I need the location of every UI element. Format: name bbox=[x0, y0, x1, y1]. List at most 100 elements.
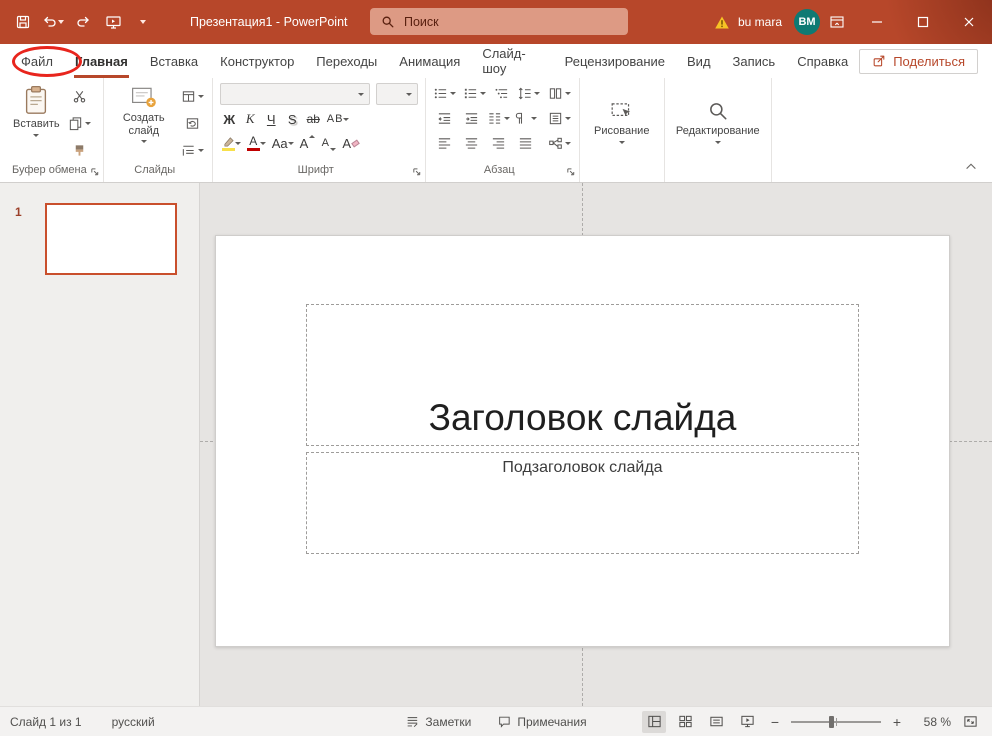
reset-slide-button[interactable] bbox=[181, 113, 205, 134]
align-text-caret-icon bbox=[565, 117, 572, 120]
align-left-button[interactable] bbox=[433, 133, 457, 154]
change-case-button[interactable]: Aa bbox=[270, 133, 296, 153]
workspace: 1 Заголовок слайда Подзаголовок слайда bbox=[0, 183, 992, 706]
increase-indent-button[interactable] bbox=[460, 108, 484, 129]
align-text-button[interactable] bbox=[548, 108, 572, 129]
zoom-level[interactable]: 58 % bbox=[913, 715, 951, 729]
section-button[interactable] bbox=[181, 140, 205, 161]
reading-view-button[interactable] bbox=[704, 711, 728, 733]
avatar[interactable]: ВМ bbox=[794, 9, 820, 35]
cut-button[interactable] bbox=[68, 86, 92, 107]
numbering-button[interactable] bbox=[463, 83, 487, 104]
tab-home-label: Главная bbox=[74, 53, 128, 69]
grow-font-button[interactable]: А bbox=[298, 133, 318, 153]
editing-button[interactable]: Редактирование bbox=[672, 98, 764, 146]
align-center-button[interactable] bbox=[460, 133, 484, 154]
drawing-group-label bbox=[580, 161, 664, 182]
maximize-button[interactable] bbox=[900, 0, 946, 44]
font-color-button[interactable]: А bbox=[245, 133, 268, 153]
normal-view-button[interactable] bbox=[642, 710, 666, 733]
group-clipboard: Вставить Буфер обмена bbox=[2, 78, 104, 182]
clear-formatting-button[interactable]: А bbox=[340, 133, 361, 153]
line-spacing-button[interactable] bbox=[517, 83, 541, 104]
tab-animations[interactable]: Анимация bbox=[388, 44, 471, 78]
share-button[interactable]: Поделиться bbox=[859, 48, 978, 74]
copy-button[interactable] bbox=[68, 113, 92, 134]
format-painter-button[interactable] bbox=[68, 140, 92, 161]
search-placeholder: Поиск bbox=[404, 14, 439, 29]
drawing-button[interactable]: Рисование bbox=[590, 98, 653, 146]
zoom-slider[interactable] bbox=[791, 715, 881, 729]
decrease-indent-button[interactable] bbox=[433, 108, 457, 129]
convert-to-smartart-button[interactable] bbox=[548, 133, 572, 154]
strikethrough-button[interactable]: ab bbox=[304, 109, 323, 129]
dialog-launcher-icon bbox=[413, 168, 420, 176]
text-shadow-button[interactable]: S bbox=[283, 109, 302, 129]
reading-view-icon bbox=[709, 716, 723, 727]
subtitle-placeholder[interactable]: Подзаголовок слайда bbox=[306, 452, 859, 554]
tab-review[interactable]: Рецензирование bbox=[554, 44, 676, 78]
columns-layout-button[interactable] bbox=[548, 83, 572, 104]
italic-button[interactable]: К bbox=[241, 109, 260, 129]
close-button[interactable] bbox=[946, 0, 992, 44]
font-size-combo[interactable] bbox=[375, 83, 418, 105]
fit-slide-to-window-button[interactable] bbox=[958, 711, 982, 733]
redo-button[interactable] bbox=[70, 8, 96, 36]
paragraph-dialog-launcher[interactable] bbox=[566, 167, 576, 177]
scissors-icon bbox=[73, 91, 86, 103]
tab-insert-label: Вставка bbox=[149, 53, 199, 69]
multilevel-list-button[interactable] bbox=[490, 83, 514, 104]
language-indicator[interactable]: русский bbox=[112, 715, 155, 729]
tab-record[interactable]: Запись bbox=[722, 44, 787, 78]
quick-access-toolbar bbox=[0, 8, 156, 36]
close-icon bbox=[964, 17, 974, 27]
bold-button[interactable]: Ж bbox=[220, 109, 239, 129]
smartart-icon bbox=[549, 137, 563, 149]
comments-toggle-button[interactable]: Примечания bbox=[497, 715, 587, 729]
zoom-in-button[interactable]: + bbox=[888, 713, 906, 731]
bullets-button[interactable] bbox=[433, 83, 457, 104]
character-spacing-button[interactable]: АВ bbox=[325, 109, 352, 129]
tab-home[interactable]: Главная bbox=[64, 44, 139, 78]
tab-view[interactable]: Вид bbox=[676, 44, 722, 78]
font-name-combo[interactable] bbox=[219, 83, 370, 105]
save-button[interactable] bbox=[10, 8, 36, 36]
slideshow-view-button[interactable] bbox=[735, 711, 759, 733]
slide-layout-button[interactable] bbox=[181, 86, 205, 107]
text-direction-button[interactable] bbox=[514, 108, 538, 129]
highlight-color-button[interactable] bbox=[220, 133, 243, 153]
tab-design[interactable]: Конструктор bbox=[209, 44, 305, 78]
tab-file[interactable]: Файл bbox=[10, 44, 64, 78]
new-slide-button[interactable]: Создать слайд bbox=[111, 83, 177, 145]
tab-slideshow[interactable]: Слайд-шоу bbox=[471, 44, 553, 78]
zoom-slider-thumb[interactable] bbox=[828, 715, 834, 728]
customize-qat-button[interactable] bbox=[130, 8, 156, 36]
shrink-font-button[interactable]: А bbox=[319, 133, 338, 153]
underline-button[interactable]: Ч bbox=[262, 109, 281, 129]
slide-thumbnail[interactable] bbox=[45, 203, 177, 275]
add-remove-columns-button[interactable] bbox=[487, 108, 511, 129]
start-slideshow-button[interactable] bbox=[100, 8, 126, 36]
collapse-ribbon-button[interactable] bbox=[960, 157, 982, 175]
slide-sorter-view-button[interactable] bbox=[673, 711, 697, 733]
align-right-button[interactable] bbox=[487, 133, 511, 154]
undo-button[interactable] bbox=[40, 8, 66, 36]
notes-toggle-button[interactable]: Заметки bbox=[405, 715, 471, 729]
tab-help[interactable]: Справка bbox=[786, 44, 859, 78]
zoom-out-button[interactable]: − bbox=[766, 713, 784, 731]
search-box[interactable]: Поиск bbox=[370, 8, 628, 35]
justify-button[interactable] bbox=[514, 133, 538, 154]
paste-button[interactable]: Вставить bbox=[9, 83, 64, 139]
layout-icon bbox=[183, 91, 195, 102]
highlighter-icon bbox=[224, 136, 234, 146]
tab-insert[interactable]: Вставка bbox=[139, 44, 209, 78]
ribbon-display-options-button[interactable] bbox=[820, 0, 854, 44]
clipboard-dialog-launcher[interactable] bbox=[90, 167, 100, 177]
slide-canvas[interactable]: Заголовок слайда Подзаголовок слайда bbox=[215, 235, 950, 647]
title-placeholder[interactable]: Заголовок слайда bbox=[306, 304, 859, 446]
account-chip[interactable]: bu mara bbox=[714, 15, 782, 30]
minimize-button[interactable] bbox=[854, 0, 900, 44]
tab-transitions[interactable]: Переходы bbox=[305, 44, 388, 78]
font-dialog-launcher[interactable] bbox=[412, 167, 422, 177]
copy-icon bbox=[69, 117, 82, 131]
